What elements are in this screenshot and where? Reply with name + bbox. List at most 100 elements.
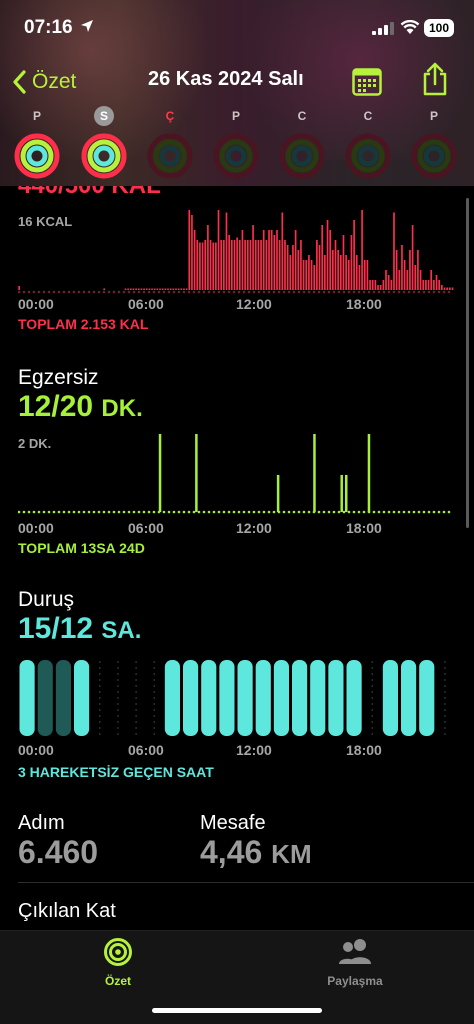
stand-bar <box>310 660 326 736</box>
move-baseline-dot <box>212 290 216 294</box>
stand-bar <box>328 660 344 736</box>
move-value: 440/500 KAL <box>18 186 161 200</box>
exercise-baseline-dot <box>162 510 166 514</box>
exercise-baseline-dot <box>67 510 71 514</box>
move-bar <box>276 230 278 290</box>
move-bar <box>284 240 286 290</box>
stand-empty-dot <box>444 691 446 693</box>
move-baseline-dot <box>382 290 386 294</box>
move-bar <box>137 288 140 290</box>
back-button[interactable]: Özet <box>12 66 76 98</box>
activity-ring-icon <box>14 133 60 179</box>
day-5[interactable]: C <box>343 106 393 180</box>
stand-empty-dot <box>117 697 119 699</box>
move-bar <box>369 280 371 290</box>
day-1[interactable]: S <box>79 106 129 180</box>
move-baseline-dot <box>102 290 106 294</box>
exercise-baseline-dot <box>167 510 171 514</box>
exercise-baseline-dot <box>22 510 26 514</box>
stand-empty-dot <box>371 691 374 693</box>
stand-empty-dot <box>135 673 137 675</box>
move-bar <box>422 280 425 290</box>
stand-empty-dot <box>371 667 374 669</box>
stand-empty-dot <box>371 679 374 681</box>
week-selector: PSÇPCCP <box>0 106 474 186</box>
move-bar <box>435 275 438 290</box>
move-baseline-dot <box>332 290 336 294</box>
move-bar <box>151 288 153 290</box>
calendar-icon[interactable] <box>352 66 382 96</box>
move-baseline-dot <box>402 290 406 294</box>
exercise-baseline-dot <box>437 510 441 514</box>
exercise-baseline-dot <box>207 510 211 514</box>
move-bar <box>249 240 252 290</box>
day-0[interactable]: P <box>12 106 62 180</box>
move-bar <box>188 210 191 290</box>
day-4[interactable]: C <box>277 106 327 180</box>
move-baseline-dot <box>422 290 426 294</box>
day-6[interactable]: P <box>409 106 459 180</box>
move-bar <box>292 245 294 290</box>
stand-bar <box>255 660 271 736</box>
stand-empty-dot <box>371 721 374 723</box>
stand-total: 3 HAREKETSİZ GEÇEN SAAT <box>18 764 214 780</box>
share-icon[interactable] <box>420 62 450 96</box>
exercise-baseline-dot <box>182 510 186 514</box>
stand-empty-dot <box>153 727 156 729</box>
stand-empty-dot <box>98 709 101 711</box>
move-baseline-dot <box>187 290 191 294</box>
exercise-x-tick: 12:00 <box>236 520 272 536</box>
move-bar <box>140 288 143 290</box>
exercise-baseline-dot <box>422 510 426 514</box>
move-baseline-dot <box>317 290 321 294</box>
stand-empty-dot <box>117 727 119 729</box>
move-bar <box>153 288 156 290</box>
move-bar <box>196 240 199 290</box>
stand-empty-dot <box>117 673 119 675</box>
move-bar <box>270 230 273 290</box>
move-bar <box>374 280 377 290</box>
move-bar <box>326 220 329 290</box>
stand-empty-dot <box>371 709 374 711</box>
move-bar <box>294 230 297 290</box>
stand-empty-dot <box>444 661 446 663</box>
scrollbar[interactable] <box>466 198 469 528</box>
day-2[interactable]: Ç <box>145 106 195 180</box>
activity-ring-icon <box>81 133 127 179</box>
exercise-baseline-dot <box>62 510 66 514</box>
move-bar <box>305 260 308 290</box>
move-bar <box>321 225 324 290</box>
status-bar: 07:16 100 <box>0 0 474 58</box>
move-baseline-dot <box>302 290 306 294</box>
move-baseline-dot <box>342 290 346 294</box>
stand-empty-dot <box>444 703 446 705</box>
day-letter: Ç <box>165 109 175 123</box>
tab-summary[interactable]: Özet <box>58 937 178 988</box>
exercise-baseline-dot <box>342 510 346 514</box>
exercise-baseline-dot <box>142 510 146 514</box>
exercise-baseline-dot <box>372 510 376 514</box>
stand-empty-dot <box>117 709 119 711</box>
move-baseline-dot <box>397 290 401 294</box>
move-baseline-dot <box>362 290 366 294</box>
move-bar <box>316 240 318 290</box>
stand-empty-dot <box>135 733 137 735</box>
stand-empty-dot <box>444 667 446 669</box>
day-3[interactable]: P <box>211 106 261 180</box>
exercise-bar <box>345 474 348 512</box>
move-baseline-dot <box>392 290 396 294</box>
wifi-icon <box>400 20 420 34</box>
stand-empty-dot <box>98 679 101 681</box>
steps-value: 6.460 <box>18 834 99 870</box>
move-bar <box>337 250 339 290</box>
stand-bar <box>292 660 308 736</box>
move-bar <box>177 288 180 290</box>
exercise-baseline-dot <box>252 510 256 514</box>
move-bar <box>254 240 257 290</box>
move-bar <box>390 280 393 290</box>
tab-sharing[interactable]: Paylaşma <box>295 937 415 988</box>
stand-bar <box>37 660 53 736</box>
move-baseline-dot <box>287 290 291 294</box>
move-bar <box>355 255 358 290</box>
move-bar <box>183 288 185 290</box>
